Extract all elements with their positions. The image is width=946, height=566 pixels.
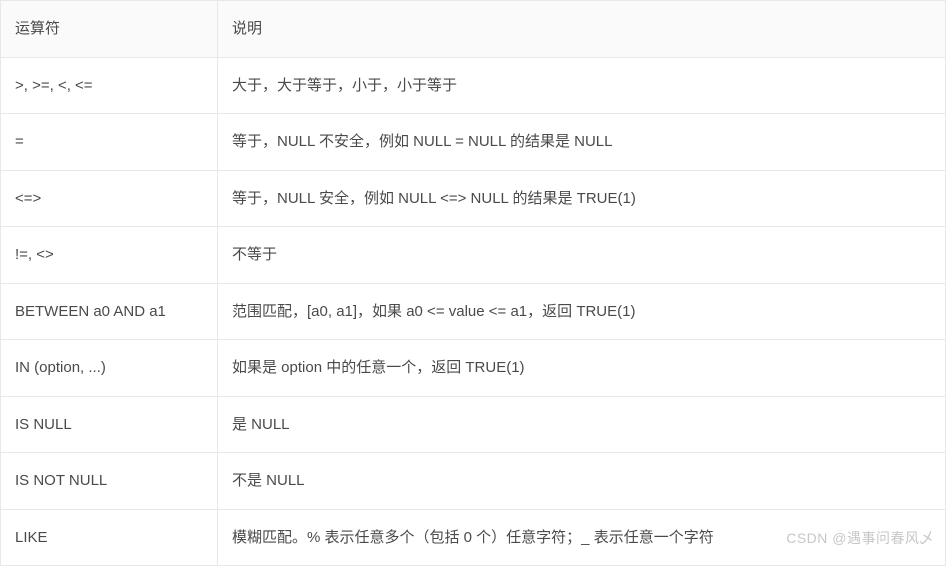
- cell-operator: BETWEEN a0 AND a1: [1, 283, 218, 340]
- table-row: <=> 等于，NULL 安全，例如 NULL <=> NULL 的结果是 TRU…: [1, 170, 946, 227]
- table-row: IN (option, ...) 如果是 option 中的任意一个，返回 TR…: [1, 340, 946, 397]
- table-row: >, >=, <, <= 大于，大于等于，小于，小于等于: [1, 57, 946, 114]
- cell-description: 不是 NULL: [218, 453, 946, 510]
- operators-table: 运算符 说明 >, >=, <, <= 大于，大于等于，小于，小于等于 = 等于…: [0, 0, 946, 566]
- cell-operator: <=>: [1, 170, 218, 227]
- cell-description: 如果是 option 中的任意一个，返回 TRUE(1): [218, 340, 946, 397]
- cell-description: 模糊匹配。% 表示任意多个（包括 0 个）任意字符；_ 表示任意一个字符: [218, 509, 946, 566]
- cell-description: 等于，NULL 安全，例如 NULL <=> NULL 的结果是 TRUE(1): [218, 170, 946, 227]
- cell-operator: LIKE: [1, 509, 218, 566]
- cell-operator: >, >=, <, <=: [1, 57, 218, 114]
- header-operator: 运算符: [1, 1, 218, 58]
- cell-operator: !=, <>: [1, 227, 218, 284]
- cell-description: 不等于: [218, 227, 946, 284]
- table-row: LIKE 模糊匹配。% 表示任意多个（包括 0 个）任意字符；_ 表示任意一个字…: [1, 509, 946, 566]
- header-description: 说明: [218, 1, 946, 58]
- table-row: = 等于，NULL 不安全，例如 NULL = NULL 的结果是 NULL: [1, 114, 946, 171]
- cell-description: 大于，大于等于，小于，小于等于: [218, 57, 946, 114]
- table-row: !=, <> 不等于: [1, 227, 946, 284]
- cell-operator: IN (option, ...): [1, 340, 218, 397]
- cell-operator: IS NULL: [1, 396, 218, 453]
- cell-description: 范围匹配，[a0, a1]，如果 a0 <= value <= a1，返回 TR…: [218, 283, 946, 340]
- table-header-row: 运算符 说明: [1, 1, 946, 58]
- cell-description: 等于，NULL 不安全，例如 NULL = NULL 的结果是 NULL: [218, 114, 946, 171]
- cell-operator: =: [1, 114, 218, 171]
- table-row: BETWEEN a0 AND a1 范围匹配，[a0, a1]，如果 a0 <=…: [1, 283, 946, 340]
- table-row: IS NOT NULL 不是 NULL: [1, 453, 946, 510]
- cell-operator: IS NOT NULL: [1, 453, 218, 510]
- table-row: IS NULL 是 NULL: [1, 396, 946, 453]
- cell-description: 是 NULL: [218, 396, 946, 453]
